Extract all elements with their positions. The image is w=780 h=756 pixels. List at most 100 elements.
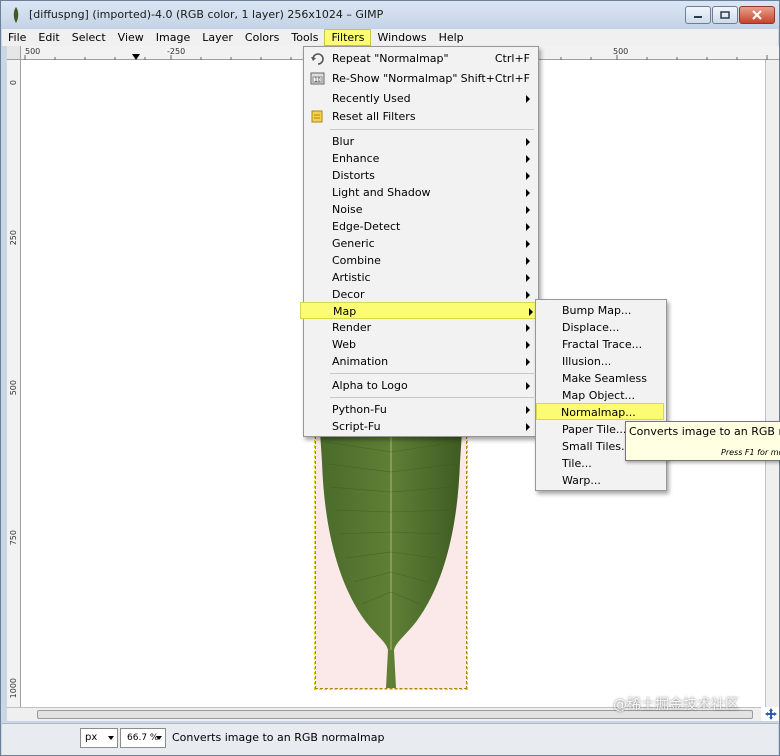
- menu-item-shortcut: Ctrl+F: [494, 52, 530, 65]
- menu-item-label: Make Seamless: [562, 372, 647, 385]
- menu-item-displace[interactable]: Displace...: [538, 319, 664, 336]
- menu-item-combine[interactable]: Combine: [306, 252, 536, 269]
- menu-item-label: Decor: [332, 288, 365, 301]
- menu-item-repeat[interactable]: Repeat "Normalmap" Ctrl+F: [306, 50, 536, 67]
- unit-select[interactable]: px: [80, 728, 118, 748]
- menu-item-enhance[interactable]: Enhance: [306, 150, 536, 167]
- menu-colors[interactable]: Colors: [239, 29, 285, 46]
- menu-item-recently-used[interactable]: Recently Used: [306, 90, 536, 107]
- menu-item-label: Reset all Filters: [332, 110, 416, 123]
- chevron-down-icon: [108, 736, 114, 740]
- menu-item-noise[interactable]: Noise: [306, 201, 536, 218]
- leaf-image: [320, 432, 462, 688]
- menu-item-generic[interactable]: Generic: [306, 235, 536, 252]
- menu-item-label: Map Object...: [562, 389, 636, 402]
- menu-item-label: Paper Tile...: [562, 423, 627, 436]
- menu-item-warp[interactable]: Warp...: [538, 472, 664, 489]
- menu-item-web[interactable]: Web: [306, 336, 536, 353]
- menu-layer[interactable]: Layer: [196, 29, 239, 46]
- menu-item-label: Small Tiles...: [562, 440, 632, 453]
- menu-item-label: Repeat "Normalmap": [332, 52, 449, 65]
- menu-item-label: Displace...: [562, 321, 620, 334]
- menu-item-bump-map[interactable]: Bump Map...: [538, 302, 664, 319]
- filters-menu: Repeat "Normalmap" Ctrl+F 10 Re-Show "No…: [300, 46, 540, 437]
- ruler-label: 1000: [9, 678, 18, 699]
- minimize-icon: [694, 16, 702, 18]
- menu-item-label: Artistic: [332, 271, 371, 284]
- submenu-arrow-icon: [526, 223, 530, 231]
- maximize-button[interactable]: [712, 6, 738, 24]
- menu-item-label: Distorts: [332, 169, 375, 182]
- submenu-arrow-icon: [526, 155, 530, 163]
- menu-item-animation[interactable]: Animation: [306, 353, 536, 370]
- menu-item-render[interactable]: Render: [306, 319, 536, 336]
- menu-item-label: Blur: [332, 135, 355, 148]
- navigate-button[interactable]: [763, 707, 779, 721]
- menu-item-distorts[interactable]: Distorts: [306, 167, 536, 184]
- menu-item-map-object[interactable]: Map Object...: [538, 387, 664, 404]
- minimize-button[interactable]: [685, 6, 711, 24]
- menu-item-label: Illusion...: [562, 355, 612, 368]
- chevron-down-icon: [156, 736, 162, 740]
- menu-item-artistic[interactable]: Artistic: [306, 269, 536, 286]
- menu-item-map[interactable]: Map: [300, 302, 540, 319]
- vertical-scrollbar[interactable]: [765, 60, 779, 707]
- submenu-arrow-icon: [526, 240, 530, 248]
- status-bar: px 66.7 % Converts image to an RGB norma…: [2, 723, 778, 755]
- menu-item-reset-filters[interactable]: Reset all Filters: [306, 108, 536, 125]
- menu-item-fractal-trace[interactable]: Fractal Trace...: [538, 336, 664, 353]
- close-icon: [752, 10, 762, 20]
- menu-item-blur[interactable]: Blur: [306, 133, 536, 150]
- gimp-window: [diffuspng] (imported)-4.0 (RGB color, 1…: [0, 0, 780, 756]
- image-canvas[interactable]: [314, 430, 468, 690]
- menu-filters[interactable]: Filters: [324, 29, 372, 46]
- menu-item-python-fu[interactable]: Python-Fu: [306, 401, 536, 418]
- zoom-value: 66.7 %: [127, 733, 159, 743]
- tooltip-text: Converts image to an RGB normalmap: [629, 425, 780, 438]
- menu-help[interactable]: Help: [433, 29, 470, 46]
- menu-image[interactable]: Image: [150, 29, 196, 46]
- menu-item-label: Fractal Trace...: [562, 338, 643, 351]
- tooltip: Converts image to an RGB normalmap Press…: [625, 421, 780, 461]
- vertical-ruler[interactable]: 0 250 500 750 1000: [7, 60, 21, 721]
- menu-view[interactable]: View: [112, 29, 150, 46]
- menu-item-decor[interactable]: Decor: [306, 286, 536, 303]
- submenu-arrow-icon: [526, 274, 530, 282]
- zoom-select[interactable]: 66.7 %: [120, 728, 166, 748]
- menu-windows[interactable]: Windows: [371, 29, 432, 46]
- menu-item-label: Bump Map...: [562, 304, 632, 317]
- menu-item-light-and-shadow[interactable]: Light and Shadow: [306, 184, 536, 201]
- submenu-arrow-icon: [526, 291, 530, 299]
- menu-item-illusion[interactable]: Illusion...: [538, 353, 664, 370]
- submenu-arrow-icon: [526, 358, 530, 366]
- menu-item-label: Alpha to Logo: [332, 379, 408, 392]
- menu-file[interactable]: File: [2, 29, 32, 46]
- svg-text:10: 10: [314, 78, 320, 84]
- menu-item-label: Render: [332, 321, 372, 334]
- menu-item-label: Noise: [332, 203, 363, 216]
- menu-select[interactable]: Select: [66, 29, 112, 46]
- menu-edit[interactable]: Edit: [32, 29, 65, 46]
- menu-item-label: Python-Fu: [332, 403, 387, 416]
- submenu-arrow-icon: [526, 324, 530, 332]
- window-title: [diffuspng] (imported)-4.0 (RGB color, 1…: [29, 8, 384, 21]
- ruler-corner[interactable]: [7, 46, 21, 60]
- close-button[interactable]: [739, 6, 775, 24]
- ruler-label: 0: [9, 80, 18, 86]
- menu-tools[interactable]: Tools: [285, 29, 324, 46]
- submenu-arrow-icon: [526, 423, 530, 431]
- menu-item-alpha-to-logo[interactable]: Alpha to Logo: [306, 377, 536, 394]
- submenu-arrow-icon: [526, 189, 530, 197]
- ruler-label: 750: [9, 530, 18, 546]
- menu-item-normalmap[interactable]: Normalmap...: [536, 403, 664, 420]
- navigate-icon: [765, 708, 777, 720]
- status-message: Converts image to an RGB normalmap: [172, 731, 385, 744]
- menu-item-label: Tile...: [562, 457, 592, 470]
- menu-item-script-fu[interactable]: Script-Fu: [306, 418, 536, 435]
- menu-item-edge-detect[interactable]: Edge-Detect: [306, 218, 536, 235]
- menu-item-label: Recently Used: [332, 92, 411, 105]
- menu-item-label: Edge-Detect: [332, 220, 401, 233]
- menu-item-reshow[interactable]: 10 Re-Show "Normalmap" Shift+Ctrl+F: [306, 70, 536, 87]
- menu-item-make-seamless[interactable]: Make Seamless: [538, 370, 664, 387]
- submenu-arrow-icon: [526, 172, 530, 180]
